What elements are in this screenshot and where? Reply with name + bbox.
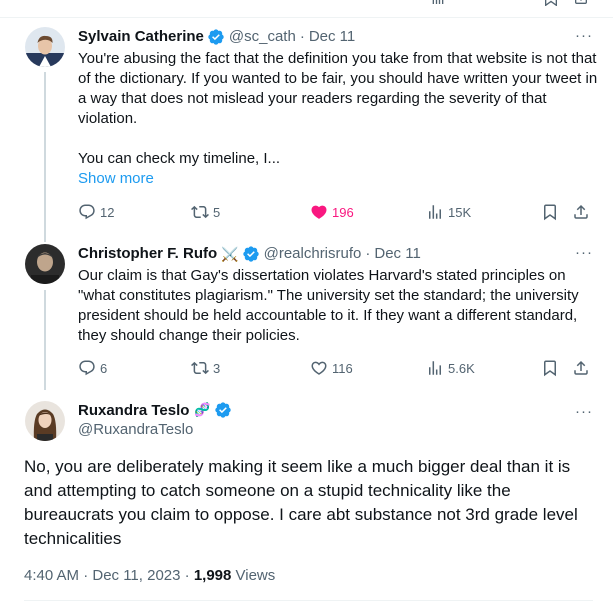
author-handle[interactable]: @realchrisrufo [264, 244, 362, 264]
previous-tweet-action-bar [0, 0, 613, 18]
reply-icon [79, 204, 95, 220]
show-more-link[interactable]: Show more [78, 169, 154, 189]
divider [24, 600, 593, 601]
bookmark-button[interactable] [541, 358, 563, 378]
reply-count: 12 [100, 204, 115, 220]
share-icon [574, 204, 588, 219]
share-button[interactable] [572, 202, 594, 222]
verified-badge-icon [214, 402, 231, 418]
heart-icon [311, 361, 327, 375]
thread-line [44, 72, 46, 242]
reply-count: 6 [100, 360, 108, 376]
tweet-time[interactable]: 4:40 AM · Dec 11, 2023 · [24, 567, 194, 584]
views-label: Views [231, 567, 276, 584]
tweet-actions: 6 3 116 5.6K [78, 358, 598, 378]
tweet-text: Our claim is that Gay's dissertation vio… [78, 267, 579, 344]
tweet-date[interactable]: Dec 11 [374, 244, 420, 264]
author-handle[interactable]: @RuxandraTeslo [78, 421, 193, 438]
heart-filled-icon [311, 205, 327, 219]
share-icon[interactable] [573, 0, 589, 6]
like-count: 116 [332, 360, 353, 376]
tweet-text: No, you are deliberately making it seem … [24, 457, 578, 548]
avatar[interactable] [25, 27, 65, 67]
verified-badge-icon [242, 246, 259, 262]
bookmark-button[interactable] [541, 202, 563, 222]
reply-icon [79, 360, 95, 376]
views-icon[interactable] [430, 0, 446, 6]
like-button[interactable]: 116 [310, 358, 353, 378]
repost-button[interactable]: 3 [191, 358, 220, 378]
share-button[interactable] [572, 358, 594, 378]
separator: · [365, 245, 371, 262]
main-author-row: Ruxandra Teslo 🧬 [78, 401, 236, 419]
views-icon [429, 205, 441, 219]
tweet-date[interactable]: Dec 11 [309, 27, 355, 47]
author-name-emoji: ⚔️ [221, 246, 239, 262]
author-name-emoji: 🧬 [194, 402, 211, 417]
bookmark-icon[interactable] [543, 0, 559, 6]
views-button[interactable]: 15K [426, 202, 471, 222]
repost-count: 5 [213, 204, 221, 220]
repost-count: 3 [213, 360, 221, 376]
reply-button[interactable]: 6 [78, 358, 107, 378]
separator: · [299, 28, 305, 45]
share-icon [574, 360, 588, 375]
author-name[interactable]: Ruxandra Teslo [78, 402, 189, 419]
repost-icon [191, 205, 209, 219]
views-button[interactable]: 5.6K [426, 358, 475, 378]
tweet-text: You're abusing the fact that the definit… [78, 50, 598, 167]
verified-badge-icon [208, 29, 224, 45]
like-button[interactable]: 196 [310, 202, 354, 222]
like-count: 196 [332, 204, 354, 220]
reply-button[interactable]: 12 [78, 202, 114, 222]
author-name[interactable]: Sylvain Catherine [78, 27, 204, 47]
bookmark-icon [544, 204, 556, 221]
thread-line [44, 290, 46, 390]
author-handle[interactable]: @sc_cath [229, 27, 296, 47]
avatar[interactable] [25, 244, 65, 284]
bookmark-icon [544, 360, 556, 377]
more-options-button[interactable]: ··· [575, 244, 593, 261]
repost-button[interactable]: 5 [191, 202, 220, 222]
views-count: 1,998 [193, 567, 232, 584]
tweet-timestamp-row: 4:40 AM · Dec 11, 2023 · 1,998 Views [24, 567, 275, 584]
avatar[interactable] [25, 401, 65, 441]
views-icon [429, 361, 441, 375]
more-options-button[interactable]: ··· [575, 403, 593, 420]
more-options-button[interactable]: ··· [575, 27, 593, 44]
views-count: 15K [448, 204, 472, 220]
repost-icon [191, 361, 209, 375]
views-count: 5.6K [448, 360, 475, 376]
tweet-actions: 12 5 196 15K [78, 202, 598, 222]
author-name[interactable]: Christopher F. Rufo [78, 244, 217, 264]
